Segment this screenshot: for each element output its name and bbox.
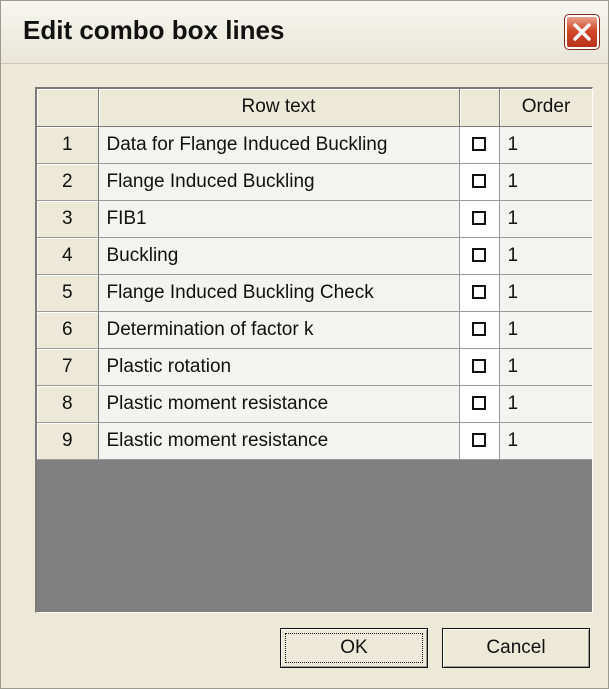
row-number[interactable]: 2: [37, 163, 99, 201]
table-row[interactable]: 7 Plastic rotation 1: [37, 348, 592, 386]
row-checkbox[interactable]: [472, 433, 486, 448]
order-cell[interactable]: 1: [499, 348, 592, 386]
row-number[interactable]: 6: [37, 311, 99, 349]
order-cell[interactable]: 1: [499, 311, 592, 349]
row-checkbox-cell: [459, 348, 500, 386]
row-text-cell[interactable]: Plastic rotation: [98, 348, 460, 386]
dialog-window: Edit combo box lines Row text Order 1 Da…: [0, 0, 609, 689]
corner-header[interactable]: [37, 89, 99, 127]
row-checkbox[interactable]: [472, 285, 486, 300]
table-row[interactable]: 4 Buckling 1: [37, 237, 592, 275]
row-checkbox[interactable]: [472, 322, 486, 337]
title-bar[interactable]: Edit combo box lines: [1, 1, 608, 64]
row-checkbox-cell: [459, 163, 500, 201]
row-number[interactable]: 8: [37, 385, 99, 423]
row-number[interactable]: 5: [37, 274, 99, 312]
table-row[interactable]: 8 Plastic moment resistance 1: [37, 385, 592, 423]
ok-button[interactable]: OK: [280, 628, 428, 668]
row-checkbox[interactable]: [472, 248, 486, 263]
cancel-button-label: Cancel: [486, 637, 546, 658]
row-checkbox[interactable]: [472, 396, 486, 411]
row-text-cell[interactable]: Elastic moment resistance: [98, 422, 460, 460]
row-number[interactable]: 4: [37, 237, 99, 275]
order-cell[interactable]: 1: [499, 237, 592, 275]
order-cell[interactable]: 1: [499, 422, 592, 460]
row-checkbox[interactable]: [472, 211, 486, 226]
row-checkbox-cell: [459, 237, 500, 275]
table-row[interactable]: 2 Flange Induced Buckling 1: [37, 163, 592, 201]
row-number[interactable]: 1: [37, 126, 99, 164]
row-number[interactable]: 7: [37, 348, 99, 386]
close-button[interactable]: [564, 14, 600, 50]
row-number[interactable]: 3: [37, 200, 99, 238]
row-checkbox[interactable]: [472, 174, 486, 189]
table-row[interactable]: 5 Flange Induced Buckling Check 1: [37, 274, 592, 312]
row-checkbox-cell: [459, 274, 500, 312]
row-checkbox[interactable]: [472, 359, 486, 374]
order-cell[interactable]: 1: [499, 385, 592, 423]
row-text-cell[interactable]: Determination of factor k: [98, 311, 460, 349]
order-cell[interactable]: 1: [499, 126, 592, 164]
cancel-button[interactable]: Cancel: [442, 628, 590, 668]
focus-rectangle: [285, 633, 423, 663]
row-text-cell[interactable]: FIB1: [98, 200, 460, 238]
table-row[interactable]: 9 Elastic moment resistance 1: [37, 422, 592, 460]
row-checkbox-cell: [459, 385, 500, 423]
close-icon: [573, 23, 591, 41]
order-cell[interactable]: 1: [499, 200, 592, 238]
lines-grid[interactable]: Row text Order 1 Data for Flange Induced …: [35, 87, 593, 613]
dialog-title: Edit combo box lines: [23, 15, 285, 45]
row-text-cell[interactable]: Flange Induced Buckling: [98, 163, 460, 201]
table-row[interactable]: 1 Data for Flange Induced Buckling 1: [37, 126, 592, 164]
lines-table: Row text Order 1 Data for Flange Induced …: [37, 89, 592, 460]
order-cell[interactable]: 1: [499, 274, 592, 312]
row-checkbox-cell: [459, 200, 500, 238]
table-row[interactable]: 3 FIB1 1: [37, 200, 592, 238]
column-header-row-text[interactable]: Row text: [98, 89, 460, 127]
row-checkbox[interactable]: [472, 137, 486, 152]
table-row[interactable]: 6 Determination of factor k 1: [37, 311, 592, 349]
row-text-cell[interactable]: Buckling: [98, 237, 460, 275]
row-text-cell[interactable]: Plastic moment resistance: [98, 385, 460, 423]
row-number[interactable]: 9: [37, 422, 99, 460]
order-cell[interactable]: 1: [499, 163, 592, 201]
row-text-cell[interactable]: Flange Induced Buckling Check: [98, 274, 460, 312]
row-checkbox-cell: [459, 422, 500, 460]
row-text-cell[interactable]: Data for Flange Induced Buckling: [98, 126, 460, 164]
column-header-order[interactable]: Order: [499, 89, 592, 127]
header-row: Row text Order: [37, 89, 592, 127]
column-header-check[interactable]: [459, 89, 500, 127]
row-checkbox-cell: [459, 311, 500, 349]
row-checkbox-cell: [459, 126, 500, 164]
